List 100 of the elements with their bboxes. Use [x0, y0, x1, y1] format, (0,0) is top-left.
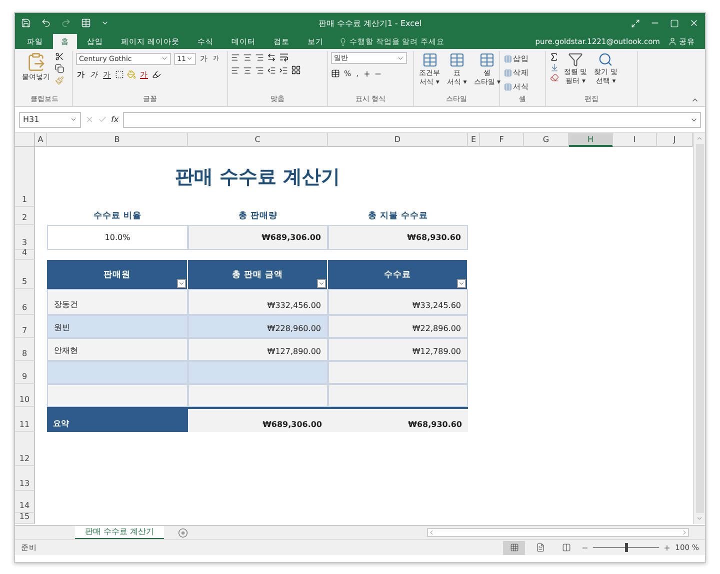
wrap-text-icon[interactable]	[279, 52, 289, 62]
increase-decimal-icon[interactable]	[362, 70, 371, 78]
row-header[interactable]: 14	[15, 491, 35, 513]
summary-value: ₩68,930.60	[328, 225, 468, 250]
name-box[interactable]: H31	[19, 112, 81, 128]
table-icon	[479, 52, 496, 68]
merge-icon[interactable]	[291, 65, 301, 75]
align-right-icon[interactable]	[255, 66, 264, 74]
column-header[interactable]: J	[657, 133, 693, 147]
row-header[interactable]: 3	[15, 225, 35, 250]
table-icon	[504, 68, 512, 76]
summary-value: 10.0%	[47, 225, 188, 250]
row-header[interactable]: 5	[15, 260, 35, 289]
lightbulb-icon	[339, 38, 348, 46]
formula-field[interactable]	[122, 112, 701, 128]
column-heading: 총 판매 금액	[188, 260, 328, 289]
summary-label: 총 판매량	[238, 210, 278, 223]
scroll-down-icon	[696, 515, 703, 522]
filter-dropdown-button[interactable]	[457, 279, 466, 288]
column-header[interactable]: G	[524, 133, 569, 147]
search-icon	[598, 52, 614, 67]
collapse-ribbon-icon[interactable]	[691, 96, 699, 104]
accounting-icon[interactable]	[331, 69, 340, 78]
clipboard-icon	[26, 52, 46, 72]
sheet-tab[interactable]: 판매 수수료 계산기	[75, 526, 164, 540]
close-icon[interactable]	[689, 18, 699, 28]
scroll-left-icon	[428, 529, 435, 536]
phonetic-icon[interactable]	[152, 70, 161, 79]
row-header[interactable]: 10	[15, 384, 35, 407]
row-header[interactable]: 15	[15, 513, 35, 524]
row-header[interactable]: 13	[15, 466, 35, 491]
insert-function-button[interactable]: fx	[111, 115, 119, 124]
salesperson-cell: 안재현	[47, 338, 188, 361]
filter-dropdown-button[interactable]	[317, 279, 326, 288]
eraser-icon[interactable]	[549, 73, 559, 82]
ribbon-display-icon[interactable]	[631, 18, 640, 28]
column-header[interactable]: I	[613, 133, 657, 147]
cut-icon[interactable]	[55, 52, 64, 61]
top-align-icon[interactable]	[231, 52, 240, 62]
summary-value: ₩689,306.00	[188, 225, 328, 250]
window-title: 판매 수수료 계산기1 - Excel	[317, 18, 423, 28]
horizontal-scrollbar[interactable]	[427, 528, 689, 537]
summary-row-label: 요약	[47, 407, 188, 432]
increase-indent-icon[interactable]	[279, 66, 288, 74]
row-header[interactable]: 7	[15, 315, 35, 338]
zoom-in-icon[interactable]	[663, 544, 672, 552]
person-icon	[668, 37, 677, 46]
row-header[interactable]: 9	[15, 361, 35, 384]
fill-down-icon[interactable]	[549, 63, 559, 72]
filter-dropdown-button[interactable]	[177, 279, 186, 288]
align-left-icon[interactable]	[231, 66, 240, 74]
row-header[interactable]: 2	[15, 207, 35, 225]
column-header[interactable]: B	[47, 133, 188, 147]
middle-align-icon[interactable]	[243, 52, 252, 62]
column-heading: 판매원	[47, 260, 188, 289]
copy-icon[interactable]	[55, 64, 64, 73]
vertical-scrollbar[interactable]	[693, 133, 705, 524]
column-header[interactable]: C	[188, 133, 328, 147]
add-sheet-icon[interactable]	[178, 528, 188, 538]
row-header[interactable]: 8	[15, 338, 35, 361]
column-header[interactable]: H	[569, 133, 613, 147]
summary-label: 총 지불 수수료	[367, 210, 429, 223]
salesperson-cell: 장동건	[47, 289, 188, 315]
column-header[interactable]: A	[35, 133, 47, 147]
commission-cell: ₩33,245.60	[328, 289, 468, 315]
column-heading: 수수료	[328, 260, 468, 289]
row-header[interactable]: 6	[15, 289, 35, 315]
row-header[interactable]: 1	[15, 147, 35, 207]
grid-icon	[510, 543, 519, 552]
total-commission-cell: ₩68,930.60	[328, 407, 468, 432]
commission-cell: ₩22,896.00	[328, 315, 468, 338]
scroll-right-icon	[681, 529, 688, 536]
row-header[interactable]: 11	[15, 407, 35, 432]
customize-icon[interactable]	[101, 19, 109, 27]
bottom-align-icon[interactable]	[255, 52, 264, 62]
save-icon[interactable]	[21, 18, 31, 28]
decrease-indent-icon[interactable]	[267, 66, 276, 74]
column-header[interactable]: D	[328, 133, 468, 147]
redo-icon[interactable]	[61, 18, 71, 28]
grid-view-button[interactable]	[503, 540, 526, 554]
table-icon	[504, 82, 512, 90]
form-icon[interactable]	[81, 18, 91, 28]
fill-color-icon[interactable]	[127, 70, 136, 79]
undo-icon[interactable]	[41, 18, 51, 28]
table-icon	[422, 52, 438, 68]
funnel-icon	[568, 52, 584, 67]
border-icon[interactable]	[115, 70, 124, 79]
row-header[interactable]: 4	[15, 250, 35, 260]
orientation-icon[interactable]	[267, 52, 276, 62]
row-header[interactable]: 12	[15, 432, 35, 466]
column-header[interactable]: E	[468, 133, 480, 147]
sheet-title: 판매 수수료 계산기	[174, 165, 342, 190]
total-sales-cell: ₩689,306.00	[188, 407, 328, 432]
zoom-slider-thumb[interactable]	[624, 543, 628, 552]
column-header[interactable]: F	[480, 133, 524, 147]
table-icon	[504, 54, 512, 62]
page-icon	[536, 543, 545, 552]
maximize-icon[interactable]	[670, 18, 679, 28]
sum-icon[interactable]	[549, 52, 559, 62]
align-center-icon[interactable]	[243, 66, 252, 74]
